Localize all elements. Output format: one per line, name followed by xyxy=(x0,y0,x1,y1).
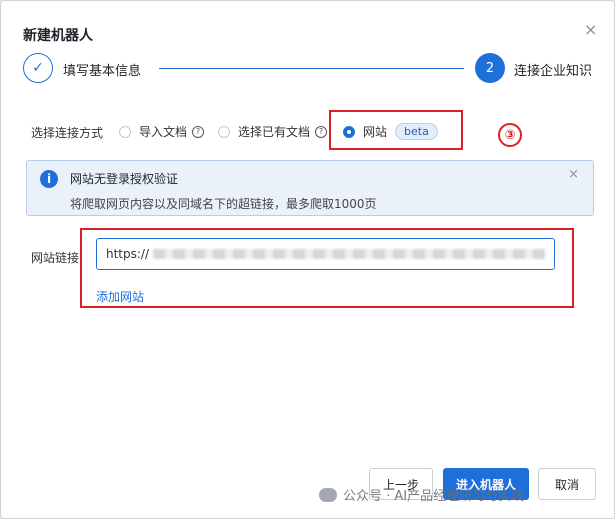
new-bot-dialog: 新建机器人 × ✓ 填写基本信息 2 连接企业知识 选择连接方式 导入文档 ? … xyxy=(0,0,615,519)
banner-description: 将爬取网页内容以及同域名下的超链接，最多爬取1000页 xyxy=(70,197,377,211)
radio-label: 导入文档 xyxy=(139,125,188,139)
cancel-button[interactable]: 取消 xyxy=(538,468,596,500)
info-banner: i 网站无登录授权验证 将爬取网页内容以及同域名下的超链接，最多爬取1000页 … xyxy=(26,160,594,216)
radio-label: 选择已有文档 xyxy=(238,125,311,139)
step2-label: 连接企业知识 xyxy=(514,64,593,79)
connection-method-label: 选择连接方式 xyxy=(31,126,104,140)
close-icon[interactable]: × xyxy=(584,20,597,39)
watermark: 公众号 · AI产品经理研习与实践 xyxy=(319,485,524,504)
annotation-highlight-box xyxy=(329,110,463,150)
radio-circle-icon xyxy=(218,125,230,138)
radio-import-docs[interactable]: 导入文档 ? xyxy=(119,123,205,140)
annotation-step-marker: ③ xyxy=(498,123,522,147)
annotation-highlight-box xyxy=(80,228,574,308)
step-connector-line xyxy=(159,68,464,69)
help-icon[interactable]: ? xyxy=(315,125,328,138)
step2-number: 2 xyxy=(475,53,505,83)
step-complete-check-icon: ✓ xyxy=(23,53,53,83)
help-icon[interactable]: ? xyxy=(192,125,205,138)
watermark-text: 公众号 · AI产品经理研习与实践 xyxy=(343,489,525,504)
radio-circle-icon xyxy=(119,125,131,138)
radio-existing-docs[interactable]: 选择已有文档 ? xyxy=(218,123,328,140)
dialog-title: 新建机器人 xyxy=(23,28,93,44)
wechat-icon xyxy=(319,487,337,502)
info-icon: i xyxy=(40,170,58,188)
step1-label: 填写基本信息 xyxy=(63,64,142,79)
website-link-label: 网站链接 xyxy=(31,251,80,265)
banner-close-icon[interactable]: × xyxy=(568,167,579,182)
banner-title: 网站无登录授权验证 xyxy=(70,172,179,186)
